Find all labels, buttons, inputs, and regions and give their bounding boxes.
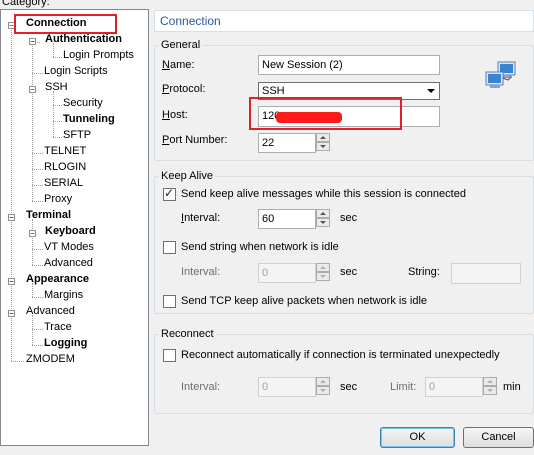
- tree-item-serial[interactable]: SERIAL: [44, 176, 83, 190]
- collapse-icon[interactable]: −: [8, 214, 15, 222]
- tree-item-terminal[interactable]: Terminal: [26, 208, 71, 222]
- tree-item-login-prompts[interactable]: Login Prompts: [63, 48, 134, 62]
- tree-item-keyboard[interactable]: Keyboard: [45, 224, 96, 238]
- tree-item-margins[interactable]: Margins: [44, 288, 83, 302]
- tree-item-logging[interactable]: Logging: [44, 336, 87, 350]
- tree-item-ssh[interactable]: SSH: [45, 80, 68, 94]
- highlight-box: [249, 97, 402, 130]
- collapse-icon[interactable]: −: [8, 310, 15, 318]
- ok-button[interactable]: OK: [380, 427, 455, 448]
- network-computers-icon: [485, 61, 516, 88]
- keepalive-interval-stepper[interactable]: [315, 209, 331, 229]
- tree-item-security[interactable]: Security: [63, 96, 103, 110]
- name-field[interactable]: New Session (2): [258, 55, 440, 75]
- tree-item-login-scripts[interactable]: Login Scripts: [44, 64, 108, 78]
- reconnect-group: [154, 334, 534, 414]
- category-tree[interactable]: − Connection − Authentication Login Prom…: [0, 9, 149, 446]
- interval2-label: Interval:: [181, 266, 221, 278]
- keepalive-interval-field[interactable]: 60: [258, 209, 316, 229]
- tree-item-rlogin[interactable]: RLOGIN: [44, 160, 86, 174]
- page-title: Connection: [154, 10, 534, 32]
- category-label: Category:: [2, 0, 50, 8]
- tree-item-advanced[interactable]: Advanced: [26, 304, 75, 318]
- tree-item-sftp[interactable]: SFTP: [63, 128, 91, 142]
- string-interval-field[interactable]: 0: [258, 263, 316, 283]
- reconnect-label[interactable]: Reconnect automatically if connection is…: [181, 349, 500, 361]
- reconnect-interval-label: Interval:: [181, 381, 221, 393]
- sec-label: sec: [340, 381, 358, 393]
- limit-field[interactable]: 0: [425, 377, 483, 397]
- highlight-box: [14, 14, 117, 34]
- sec-label: sec: [340, 266, 358, 278]
- tree-item-zmodem[interactable]: ZMODEM: [26, 352, 75, 366]
- cancel-button[interactable]: Cancel: [463, 427, 534, 448]
- name-label: Name:: [162, 59, 195, 71]
- limit-label: Limit:: [390, 381, 417, 393]
- port-stepper[interactable]: [315, 133, 331, 153]
- reconnect-checkbox[interactable]: [163, 349, 176, 362]
- send-keepalive-label[interactable]: Send keep alive messages while this sess…: [181, 188, 466, 200]
- string-label: String:: [408, 266, 440, 278]
- tree-item-proxy[interactable]: Proxy: [44, 192, 72, 206]
- collapse-icon[interactable]: −: [29, 38, 36, 46]
- string-interval-stepper[interactable]: [315, 263, 331, 283]
- limit-stepper[interactable]: [482, 377, 498, 397]
- send-keepalive-checkbox[interactable]: [163, 186, 176, 201]
- tree-item-tunneling[interactable]: Tunneling: [63, 112, 115, 126]
- tree-item-terminal-advanced[interactable]: Advanced: [44, 256, 93, 270]
- protocol-value: SSH: [262, 85, 285, 97]
- tree-item-vt-modes[interactable]: VT Modes: [44, 240, 94, 254]
- send-string-checkbox[interactable]: [163, 241, 176, 254]
- tree-item-authentication[interactable]: Authentication: [45, 32, 122, 46]
- tree-item-trace[interactable]: Trace: [44, 320, 72, 334]
- collapse-icon[interactable]: −: [29, 86, 36, 94]
- tree-item-appearance[interactable]: Appearance: [26, 272, 89, 286]
- port-field[interactable]: 22: [258, 133, 316, 153]
- keepalive-group-title: Keep Alive: [159, 170, 215, 182]
- protocol-label: Protocol:: [162, 83, 206, 95]
- reconnect-group-title: Reconnect: [159, 328, 216, 340]
- send-tcp-label[interactable]: Send TCP keep alive packets when network…: [181, 295, 427, 307]
- interval-label: Interval:: [181, 212, 221, 224]
- general-group-title: General: [159, 39, 203, 51]
- reconnect-interval-field[interactable]: 0: [258, 377, 316, 397]
- send-tcp-checkbox[interactable]: [163, 295, 176, 308]
- reconnect-interval-stepper[interactable]: [315, 377, 331, 397]
- port-label: Port Number:: [162, 134, 228, 146]
- tree-item-telnet[interactable]: TELNET: [44, 144, 86, 158]
- min-label: min: [503, 381, 521, 393]
- collapse-icon[interactable]: −: [29, 230, 36, 238]
- collapse-icon[interactable]: −: [8, 278, 15, 286]
- chevron-down-icon: [427, 89, 435, 93]
- send-string-label[interactable]: Send string when network is idle: [181, 241, 339, 253]
- sec-label: sec: [340, 212, 358, 224]
- string-field[interactable]: [451, 263, 521, 284]
- host-label: Host:: [162, 109, 188, 121]
